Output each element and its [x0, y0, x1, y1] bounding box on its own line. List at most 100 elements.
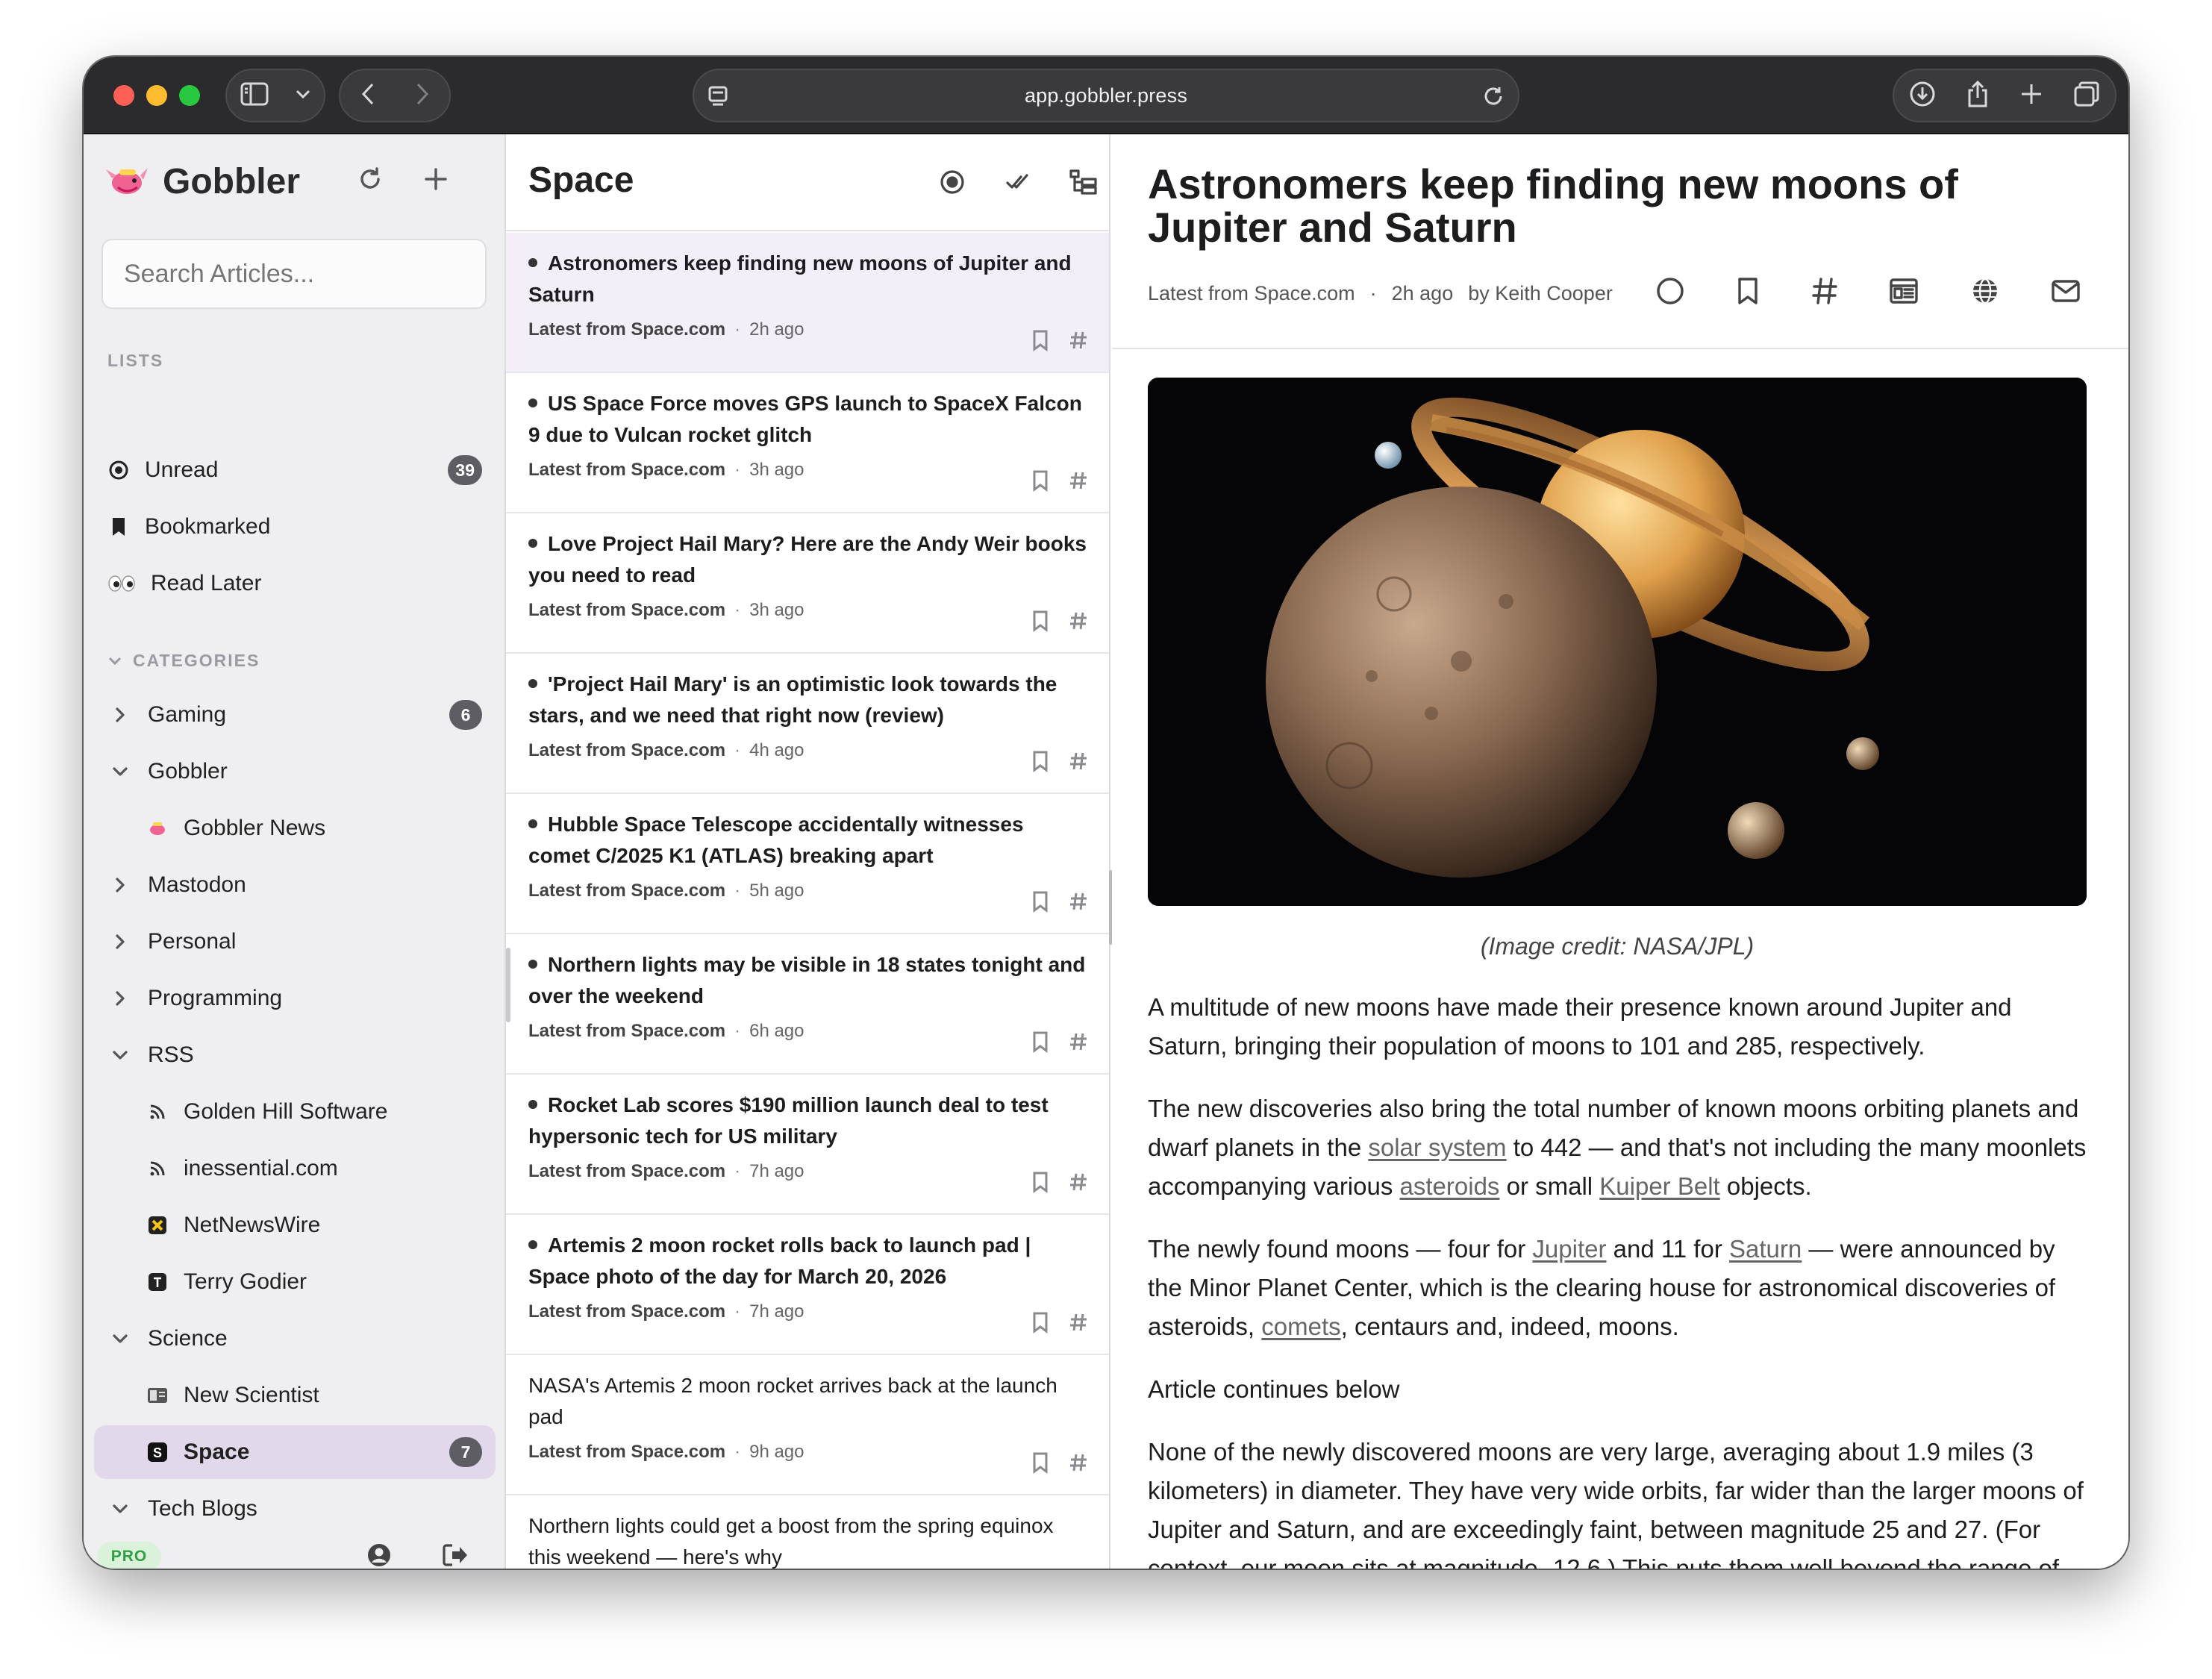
address-bar[interactable]: app.gobbler.press [693, 69, 1519, 122]
sidebar-item-mastodon[interactable]: Mastodon [94, 858, 496, 912]
sidebar-item-terry-godier[interactable]: Terry Godier [94, 1255, 496, 1309]
hashtag-icon[interactable] [1069, 470, 1088, 495]
zoom-window-button[interactable] [179, 85, 200, 106]
article-row-meta: Latest from Space.com · 5h ago [528, 881, 1088, 901]
back-icon[interactable] [360, 82, 375, 110]
article-row-actions [1031, 469, 1088, 495]
bookmark-icon[interactable] [1031, 329, 1049, 355]
sidebar-item-science[interactable]: Science [94, 1312, 496, 1366]
bookmark-icon[interactable] [1031, 610, 1049, 636]
chevron-right-icon[interactable] [109, 987, 131, 1010]
article-row[interactable]: Northern lights may be visible in 18 sta… [506, 934, 1109, 1075]
article-source[interactable]: Latest from Space.com [1148, 282, 1355, 305]
link-asteroids[interactable]: asteroids [1400, 1172, 1500, 1200]
bookmark-icon[interactable] [1736, 276, 1760, 310]
chevron-down-icon[interactable] [295, 89, 311, 103]
sidebar-item-personal[interactable]: Personal [94, 915, 496, 969]
article-row[interactable]: Hubble Space Telescope accidentally witn… [506, 794, 1109, 934]
layout-toggle-button[interactable] [1066, 166, 1102, 201]
sidebar-item-read-later[interactable]: Read Later [94, 557, 496, 610]
article-row[interactable]: US Space Force moves GPS launch to Space… [506, 373, 1109, 513]
hashtag-icon[interactable] [1069, 1312, 1088, 1336]
sidebar-item-netnewswire[interactable]: NetNewsWire [94, 1198, 496, 1252]
sidebar-item-label: Unread [145, 457, 219, 482]
sidebar-item-bookmarked[interactable]: Bookmarked [94, 500, 496, 554]
article-row[interactable]: Love Project Hail Mary? Here are the And… [506, 513, 1109, 654]
chevron-right-icon[interactable] [109, 704, 131, 726]
hashtag-icon[interactable] [1069, 330, 1088, 354]
close-window-button[interactable] [113, 85, 134, 106]
hashtag-icon[interactable] [1069, 751, 1088, 775]
sidebar-item-inessential[interactable]: inessential.com [94, 1142, 496, 1195]
reload-icon[interactable] [1482, 85, 1505, 111]
page-menu-icon[interactable] [707, 85, 728, 113]
link-jupiter[interactable]: Jupiter [1532, 1235, 1606, 1263]
chevron-down-icon[interactable] [109, 1498, 131, 1520]
hashtag-icon[interactable] [1069, 1452, 1088, 1477]
rss-icon [146, 1157, 169, 1180]
sidebar-item-gobbler[interactable]: Gobbler [94, 745, 496, 798]
link-saturn[interactable]: Saturn [1729, 1235, 1802, 1263]
reader-view-icon[interactable] [1889, 278, 1919, 308]
article-row[interactable]: Astronomers keep finding new moons of Ju… [506, 233, 1109, 373]
article-row-title: Artemis 2 moon rocket rolls back to laun… [528, 1230, 1088, 1292]
sidebar-item-rss[interactable]: RSS [94, 1028, 496, 1082]
search-input[interactable] [101, 239, 487, 309]
chevron-right-icon[interactable] [109, 874, 131, 896]
chevron-down-icon[interactable] [109, 760, 131, 783]
browser-actions-group [1893, 69, 2116, 122]
globe-icon[interactable] [1970, 276, 2000, 310]
sidebar-item-label: Gaming [148, 702, 227, 727]
article-row[interactable]: Artemis 2 moon rocket rolls back to laun… [506, 1215, 1109, 1355]
hashtag-icon[interactable] [1811, 276, 1838, 310]
sidebar-toggle-icon[interactable] [240, 82, 269, 110]
sidebar-item-unread[interactable]: Unread 39 [94, 443, 496, 497]
account-icon[interactable] [364, 1540, 394, 1569]
mark-all-read-button[interactable] [1000, 166, 1036, 201]
sidebar-item-new-scientist[interactable]: New Scientist [94, 1369, 496, 1422]
hashtag-icon[interactable] [1069, 891, 1088, 916]
chevron-down-icon[interactable] [109, 1328, 131, 1350]
bookmark-icon[interactable] [1031, 1031, 1049, 1057]
bookmark-icon[interactable] [1031, 890, 1049, 916]
unread-dot-icon [528, 1239, 537, 1249]
sidebar-item-golden-hill-software[interactable]: Golden Hill Software [94, 1085, 496, 1139]
minimize-window-button[interactable] [146, 85, 167, 106]
link-comets[interactable]: comets [1261, 1313, 1340, 1340]
chevron-down-icon[interactable] [109, 1044, 131, 1066]
bookmark-icon[interactable] [1031, 1451, 1049, 1478]
bookmark-icon[interactable] [1031, 1311, 1049, 1337]
article-row[interactable]: NASA's Artemis 2 moon rocket arrives bac… [506, 1355, 1109, 1495]
forward-icon[interactable] [415, 82, 430, 110]
refresh-button[interactable] [354, 164, 387, 197]
categories-section-label[interactable]: CATEGORIES [107, 651, 260, 671]
unread-filter-button[interactable] [934, 166, 970, 201]
link-kuiper-belt[interactable]: Kuiper Belt [1599, 1172, 1719, 1200]
link-solar-system[interactable]: solar system [1368, 1134, 1506, 1161]
sidebar-item-gobbler-news[interactable]: Gobbler News [94, 801, 496, 855]
article-row[interactable]: Northern lights could get a boost from t… [506, 1495, 1109, 1569]
email-icon[interactable] [2051, 279, 2081, 307]
sidebar-item-tech-blogs[interactable]: Tech Blogs [94, 1482, 496, 1536]
sidebar-item-space[interactable]: S Space 7 [94, 1425, 496, 1479]
sidebar-item-programming[interactable]: Programming [94, 972, 496, 1025]
share-icon[interactable] [1966, 80, 1990, 112]
sign-out-icon[interactable] [440, 1540, 470, 1569]
article-row[interactable]: Rocket Lab scores $190 million launch de… [506, 1075, 1109, 1215]
sidebar-resize-handle[interactable] [506, 948, 510, 1022]
bookmark-icon[interactable] [1031, 469, 1049, 495]
add-feed-button[interactable] [419, 164, 452, 197]
hashtag-icon[interactable] [1069, 610, 1088, 635]
bookmark-icon[interactable] [1031, 1171, 1049, 1197]
mark-read-circle-icon[interactable] [1655, 276, 1685, 310]
new-tab-icon[interactable] [2019, 82, 2043, 110]
hashtag-icon[interactable] [1069, 1172, 1088, 1196]
tab-overview-icon[interactable] [2073, 81, 2100, 111]
terry-godier-icon [146, 1271, 169, 1293]
sidebar-item-gaming[interactable]: Gaming 6 [94, 688, 496, 742]
hashtag-icon[interactable] [1069, 1031, 1088, 1056]
chevron-right-icon[interactable] [109, 931, 131, 953]
bookmark-icon[interactable] [1031, 750, 1049, 776]
article-row[interactable]: 'Project Hail Mary' is an optimistic loo… [506, 654, 1109, 794]
downloads-icon[interactable] [1909, 81, 1936, 111]
